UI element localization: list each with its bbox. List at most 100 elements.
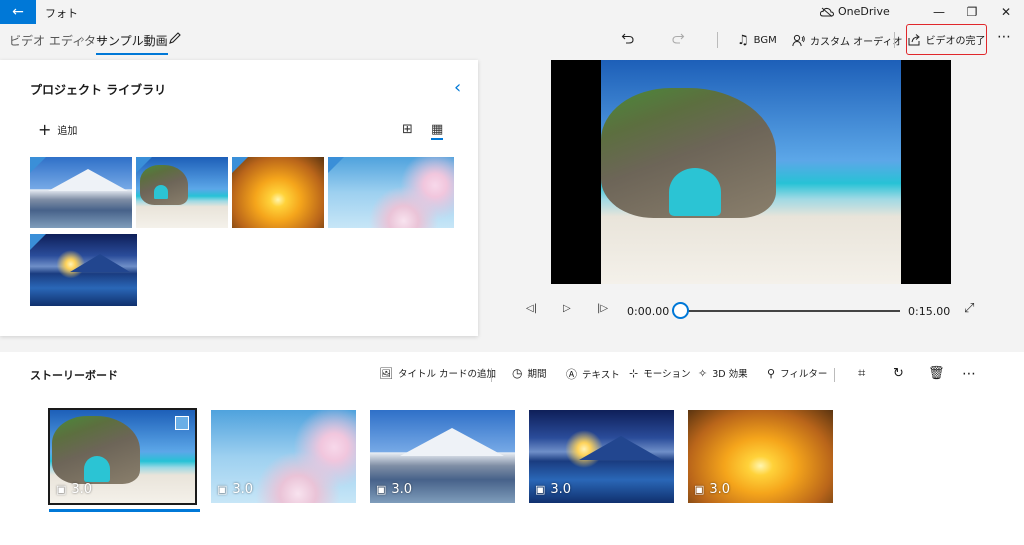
- mountain-shape: [400, 428, 504, 456]
- redo-button[interactable]: [671, 30, 685, 49]
- rock-hole-shape: [669, 168, 721, 216]
- add-media-button[interactable]: + 追加: [38, 120, 77, 139]
- undo-button[interactable]: [621, 30, 635, 49]
- current-time: 0:00.00: [627, 305, 670, 318]
- custom-audio-button[interactable]: カスタム オーディオ: [792, 30, 902, 50]
- undo-icon: [621, 33, 634, 44]
- finish-video-button[interactable]: ビデオの完了: [906, 24, 987, 55]
- rename-button[interactable]: [168, 30, 182, 49]
- media-used-corner-icon: [232, 157, 248, 173]
- selected-clip-indicator: [49, 509, 200, 512]
- mountain-shape: [48, 169, 128, 191]
- finish-video-label: ビデオの完了: [925, 36, 986, 47]
- clip-duration-badge: ▣ 3.0: [217, 482, 253, 497]
- cloud-off-icon: [820, 7, 834, 17]
- collapse-library-chevron-icon[interactable]: ‹: [454, 77, 461, 98]
- next-frame-icon[interactable]: |▷: [597, 303, 608, 314]
- seek-bar-thumb[interactable]: [672, 302, 689, 319]
- expand-fullscreen-icon[interactable]: ⤢: [964, 301, 974, 316]
- storyboard-clip[interactable]: ▣ 3.0: [211, 410, 356, 503]
- filter-button[interactable]: ⚲ フィルター: [767, 366, 828, 381]
- motion-label: モーション: [643, 369, 691, 380]
- media-used-corner-icon: [30, 157, 46, 173]
- title-bar: ← フォト OneDrive — ❐ ✕: [0, 0, 1024, 24]
- filter-label: フィルター: [780, 369, 828, 380]
- storyboard-clip[interactable]: ▣ 3.0: [529, 410, 674, 503]
- image-icon: ▣: [217, 483, 228, 496]
- delete-trash-icon[interactable]: 🗑: [928, 366, 945, 381]
- breadcrumb-chevron-icon: ›: [80, 32, 85, 46]
- seek-bar-track[interactable]: [681, 310, 900, 312]
- small-grid-view-icon[interactable]: ▦: [431, 122, 444, 140]
- media-used-corner-icon: [136, 157, 152, 173]
- duration-label: 期間: [527, 369, 547, 380]
- previous-frame-icon[interactable]: ◁|: [526, 303, 537, 314]
- clip-select-checkbox[interactable]: [175, 416, 189, 430]
- restore-button[interactable]: ❐: [957, 2, 987, 22]
- 3d-effects-label: 3D 効果: [712, 369, 748, 380]
- library-media-item[interactable]: [30, 234, 137, 306]
- image-icon: ▣: [694, 483, 705, 496]
- rock-hole-shape: [154, 185, 168, 199]
- bgm-button[interactable]: ♫ BGM: [737, 30, 777, 50]
- toolbar-divider: [894, 32, 895, 48]
- clock-icon: ◷: [512, 366, 523, 380]
- 3d-effects-button[interactable]: ✧ 3D 効果: [698, 366, 748, 381]
- text-icon: Ⓐ: [566, 368, 577, 381]
- large-grid-view-icon[interactable]: ⊞: [402, 122, 413, 137]
- media-used-corner-icon: [30, 234, 46, 250]
- clip-duration-badge: ▣ 3.0: [535, 482, 571, 497]
- pencil-icon: [169, 32, 181, 44]
- back-button[interactable]: ←: [0, 0, 36, 24]
- breadcrumb-parent[interactable]: ビデオ エディター: [9, 32, 108, 49]
- add-title-card-button[interactable]: 🖼 タイトル カードの追加: [379, 366, 496, 381]
- minimize-button[interactable]: —: [924, 2, 954, 22]
- library-title: プロジェクト ライブラリ: [30, 83, 167, 97]
- clip-duration-badge: ▣ 3.0: [376, 482, 412, 497]
- app-title: フォト: [45, 7, 78, 20]
- video-preview[interactable]: [551, 60, 951, 284]
- text-button[interactable]: Ⓐ テキスト: [566, 366, 620, 382]
- storyboard-divider: [491, 368, 492, 382]
- mountain-shape: [579, 436, 663, 460]
- crop-resize-icon[interactable]: ⌗: [858, 366, 865, 381]
- add-media-label: 追加: [57, 126, 78, 137]
- plus-icon: +: [38, 120, 52, 139]
- person-audio-icon: [792, 34, 805, 46]
- storyboard-clip[interactable]: ▣ 3.0: [688, 410, 833, 503]
- add-title-card-label: タイトル カードの追加: [397, 369, 496, 380]
- onedrive-status[interactable]: OneDrive: [820, 5, 890, 18]
- library-media-item[interactable]: [328, 157, 454, 228]
- storyboard-more-icon[interactable]: ⋯: [962, 366, 976, 382]
- share-export-icon: [908, 34, 920, 46]
- storyboard-title: ストーリーボード: [30, 369, 118, 382]
- media-used-corner-icon: [328, 157, 344, 173]
- onedrive-label: OneDrive: [838, 5, 890, 18]
- clip-duration: 3.0: [71, 482, 93, 497]
- back-arrow-icon: ←: [12, 4, 24, 20]
- more-options-button[interactable]: ⋯: [997, 29, 1011, 45]
- library-media-item[interactable]: [136, 157, 228, 228]
- text-label: テキスト: [582, 370, 620, 381]
- storyboard-clip[interactable]: ▣ 3.0: [370, 410, 515, 503]
- project-library-panel: プロジェクト ライブラリ ‹ + 追加 ⊞ ▦: [0, 60, 478, 336]
- custom-audio-label: カスタム オーディオ: [810, 36, 903, 48]
- library-media-item[interactable]: [30, 157, 132, 228]
- redo-icon: [672, 33, 685, 44]
- storyboard-divider: [834, 368, 835, 382]
- clip-duration: 3.0: [709, 482, 731, 497]
- play-icon[interactable]: ▷: [563, 303, 571, 314]
- mountain-shape: [70, 254, 130, 272]
- image-icon: ▣: [535, 483, 546, 496]
- 3d-effects-icon: ✧: [698, 366, 708, 380]
- motion-button[interactable]: ⊹ モーション: [629, 366, 691, 381]
- rock-hole-shape: [84, 456, 110, 482]
- library-media-item[interactable]: [232, 157, 324, 228]
- bgm-label: BGM: [753, 34, 777, 46]
- duration-button[interactable]: ◷ 期間: [512, 366, 547, 380]
- rotate-icon[interactable]: ↻: [893, 366, 904, 381]
- image-icon: ▣: [56, 483, 67, 496]
- clip-duration: 3.0: [391, 482, 413, 497]
- close-button[interactable]: ✕: [991, 2, 1021, 22]
- storyboard-clip[interactable]: ▣ 3.0: [48, 408, 197, 505]
